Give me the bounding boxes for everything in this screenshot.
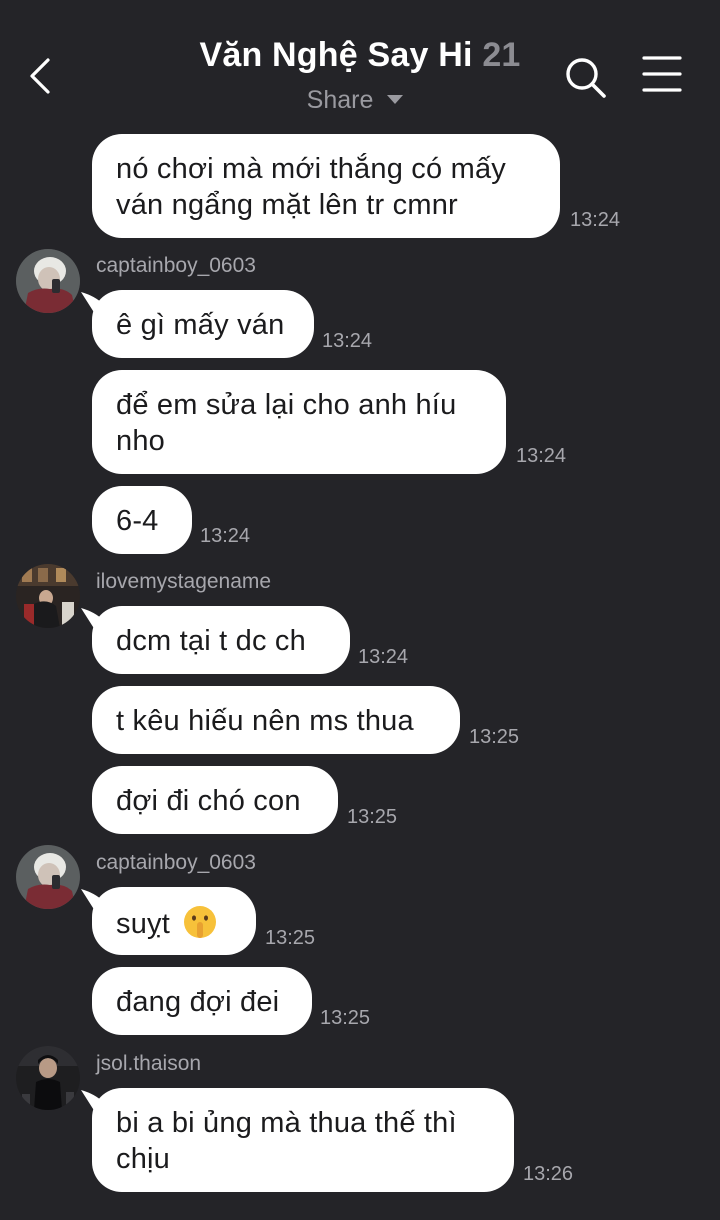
chat-title[interactable]: Văn Nghệ Say Hi 21	[0, 36, 720, 75]
sender-username[interactable]: captainboy_0603	[96, 254, 256, 278]
search-icon	[566, 58, 606, 98]
message-text: để em sửa lại cho anh híu	[116, 389, 457, 421]
message-bubble[interactable]: t kêu hiếu nên ms thua	[92, 686, 460, 754]
message-time: 13:25	[320, 1007, 371, 1029]
sender-username[interactable]: captainboy_0603	[96, 851, 256, 875]
message-text: suỵt	[116, 908, 170, 940]
message-text: dcm tại t dc ch	[116, 625, 306, 657]
message-time: 13:25	[347, 806, 398, 828]
message-time: 13:24	[322, 330, 373, 352]
caret-down-icon	[387, 94, 404, 104]
message-bubble[interactable]: để em sửa lại cho anh híu nho	[92, 370, 506, 474]
bubble-tail	[81, 608, 111, 630]
avatar[interactable]	[16, 564, 80, 628]
sender-username[interactable]: ilovemystagename	[96, 570, 271, 594]
chat-screen: Văn Nghệ Say Hi 21 Share nó chơi mà mới …	[0, 0, 720, 1220]
message-text: t kêu hiếu nên ms thua	[116, 705, 414, 737]
message-time: 13:24	[570, 209, 621, 231]
bubble-tail	[81, 889, 111, 911]
chat-header: Văn Nghệ Say Hi 21 Share	[0, 0, 720, 130]
message-bubble[interactable]: 6-4	[92, 486, 192, 554]
message-bubble[interactable]: suỵt	[81, 887, 256, 955]
member-count: 21	[482, 36, 521, 74]
message-text: đang đợi đei	[116, 986, 280, 1018]
menu-button[interactable]	[640, 54, 686, 98]
group-name: Văn Nghệ Say Hi	[199, 36, 473, 74]
sender-username[interactable]: jsol.thaison	[96, 1052, 201, 1076]
hamburger-menu-icon	[642, 56, 682, 92]
message-bubble[interactable]: ê gì mấy ván	[81, 290, 314, 358]
message-text: nho	[116, 425, 165, 457]
message-time: 13:24	[358, 646, 409, 668]
bubble-tail	[81, 292, 111, 314]
message-text: 6-4	[116, 505, 159, 537]
message-bubble[interactable]: bi a bi ủng mà thua thế thì chịu	[81, 1088, 514, 1192]
search-button[interactable]	[562, 54, 610, 102]
shushing-face-icon	[184, 906, 217, 938]
bubble-tail	[81, 1090, 111, 1112]
message-time: 13:26	[523, 1163, 574, 1185]
message-time: 13:25	[469, 726, 520, 748]
message-text: chịu	[116, 1143, 170, 1175]
share-label: Share	[306, 86, 374, 114]
message-text: bi a bi ủng mà thua thế thì	[116, 1107, 457, 1139]
message-bubble[interactable]: đang đợi đei	[92, 967, 312, 1035]
avatar[interactable]	[16, 1046, 80, 1110]
message-text: ê gì mấy ván	[116, 309, 285, 341]
avatar[interactable]	[16, 249, 80, 313]
message-text: nó chơi mà mới thắng có mấy	[116, 153, 506, 185]
message-bubble[interactable]: nó chơi mà mới thắng có mấy ván ngẩng mặ…	[92, 134, 560, 238]
message-time: 13:25	[265, 927, 316, 949]
message-text: đợi đi chó con	[116, 785, 301, 817]
message-text: ván ngẩng mặt lên tr cmnr	[116, 189, 458, 221]
message-time: 13:24	[516, 445, 567, 467]
message-time: 13:24	[200, 525, 251, 547]
avatar[interactable]	[16, 845, 80, 909]
message-bubble[interactable]: dcm tại t dc ch	[81, 606, 350, 674]
message-bubble[interactable]: đợi đi chó con	[92, 766, 338, 834]
